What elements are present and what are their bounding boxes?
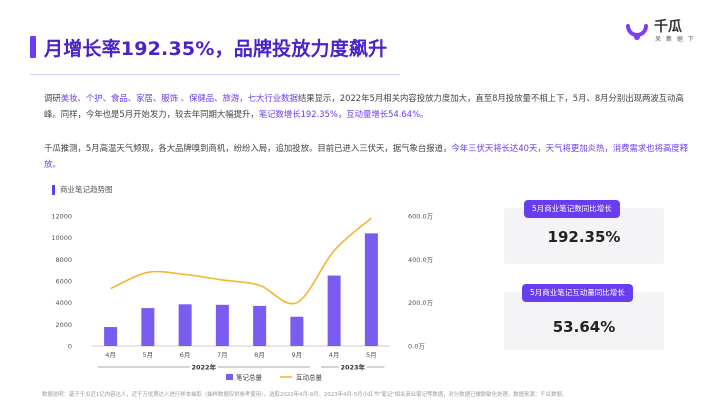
logo-subtitle: 呆 集 据 下 xyxy=(655,36,696,43)
title-divider xyxy=(30,74,400,75)
highlight-text: 笔记数增长192.35%，互动量增长54.64%。 xyxy=(258,109,429,119)
chart-heading-bar xyxy=(52,185,55,195)
x-tick-label: 4月 xyxy=(105,351,116,359)
year-group-label: 2023年 xyxy=(340,363,365,372)
notes-growth-label: 5月商业笔记数同比增长 xyxy=(524,200,620,218)
business-notes-trend-chart: 0 2000 4000 6000 8000 10000 12000 0.0万 200.0万 400… xyxy=(51,213,434,382)
highlight-text: 美妆、个护、食品、家居、服饰 、保健品、旅游，七大行业数据 xyxy=(60,93,298,103)
x-tick-label: 5月 xyxy=(366,351,377,359)
bar-notes-1 xyxy=(141,308,155,346)
data-source-note: 数据说明：基于千瓜近1亿内容达人，近千万优质达人进行样本抽取（抽样数据仅供参考使… xyxy=(42,392,568,398)
bar-notes-3 xyxy=(215,304,229,346)
left-axis-tick-label: 2000 xyxy=(55,321,72,329)
bar-notes-5 xyxy=(290,316,304,346)
intro-paragraph: 调研美妆、个护、食品、家居、服饰 、保健品、旅游，七大行业数据结果显示，2022… xyxy=(44,90,694,122)
body-text: 调研 xyxy=(44,93,61,103)
forecast-paragraph: 千瓜推测，5月高温天气频现，各大品牌嗅到商机，纷纷入局，追加投放。目前已进入三伏… xyxy=(44,140,694,172)
x-tick-label: 9月 xyxy=(292,351,303,359)
bar-notes-7 xyxy=(364,233,378,346)
logo-mark-icon xyxy=(626,24,648,40)
right-axis-tick-label: 400.0万 xyxy=(408,256,434,264)
title-accent-bar xyxy=(30,36,36,58)
right-axis-tick-label: 600.0万 xyxy=(408,213,434,221)
body-text: 千瓜推测，5月高温天气频现，各大品牌嗅到商机，纷纷入局，追加投放。目前已进入三伏… xyxy=(44,143,452,153)
right-axis-tick-label: 0.0万 xyxy=(408,343,425,351)
interaction-growth-value: 53.64% xyxy=(552,318,616,336)
qiangua-logo: 千瓜 呆 集 据 下 xyxy=(624,14,694,46)
left-axis-tick-label: 6000 xyxy=(55,278,72,286)
x-tick-label: 6月 xyxy=(180,351,191,359)
bar-notes-2 xyxy=(178,304,192,346)
interaction-growth-label: 5月商业笔记互动量同比增长 xyxy=(522,284,633,302)
left-axis-tick-label: 8000 xyxy=(55,256,72,264)
x-tick-label: 4月 xyxy=(329,351,340,359)
bar-notes-6 xyxy=(327,275,341,346)
left-axis-tick-label: 4000 xyxy=(55,299,72,307)
right-axis-tick-label: 200.0万 xyxy=(408,299,434,307)
notes-growth-card: 5月商业笔记数同比增长 192.35% xyxy=(504,200,664,264)
chart-heading-text: 商业笔记趋势图 xyxy=(60,185,113,194)
x-tick-label: 5月 xyxy=(143,351,154,359)
year-group-label: 2022年 xyxy=(191,363,216,372)
left-axis-tick-label: 0 xyxy=(68,343,72,351)
logo-name: 千瓜 xyxy=(654,19,682,35)
bar-notes-4 xyxy=(253,305,267,346)
x-tick-label: 7月 xyxy=(217,351,228,359)
legend-label-notes: 笔记总量 xyxy=(236,373,263,382)
left-axis-tick-label: 10000 xyxy=(51,234,72,242)
notes-growth-value: 192.35% xyxy=(547,228,621,246)
page-title: 月增长率192.35%，品牌投放力度飙升 xyxy=(44,38,388,60)
legend-swatch-notes xyxy=(226,374,233,380)
interaction-growth-card: 5月商业笔记互动量同比增长 53.64% xyxy=(504,284,664,350)
left-axis-tick-label: 12000 xyxy=(51,213,72,221)
bar-notes-0 xyxy=(104,327,118,346)
x-tick-label: 8月 xyxy=(254,351,265,359)
legend-label-interaction: 互动总量 xyxy=(296,373,323,382)
